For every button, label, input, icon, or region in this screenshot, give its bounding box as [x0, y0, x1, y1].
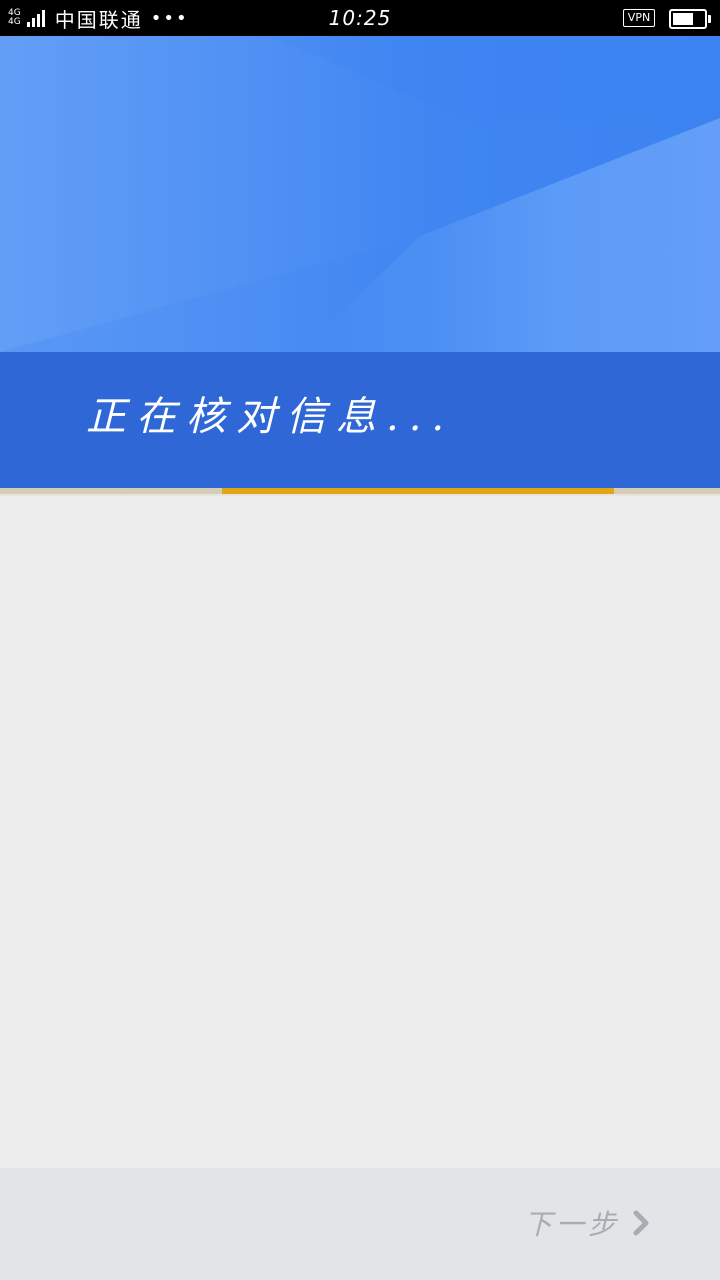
next-step-label: 下一步	[523, 1208, 620, 1241]
banner-background-graphic	[0, 36, 720, 352]
header-banner	[0, 36, 720, 352]
status-bar: 4G 4G 中国联通 ••• 10:25 VPN	[0, 0, 720, 36]
next-step-button[interactable]: 下一步	[500, 1190, 650, 1256]
status-time: 10:25	[328, 6, 392, 30]
battery-level	[673, 13, 694, 25]
content-area	[0, 497, 720, 1168]
battery-icon	[669, 9, 711, 29]
vpn-icon: VPN	[623, 9, 655, 27]
verification-status-text: 正在核对信息...	[86, 394, 455, 440]
app-screen: 4G 4G 中国联通 ••• 10:25 VPN 正在核对信息... 下一步	[0, 0, 720, 1280]
chevron-right-icon	[632, 1210, 650, 1236]
